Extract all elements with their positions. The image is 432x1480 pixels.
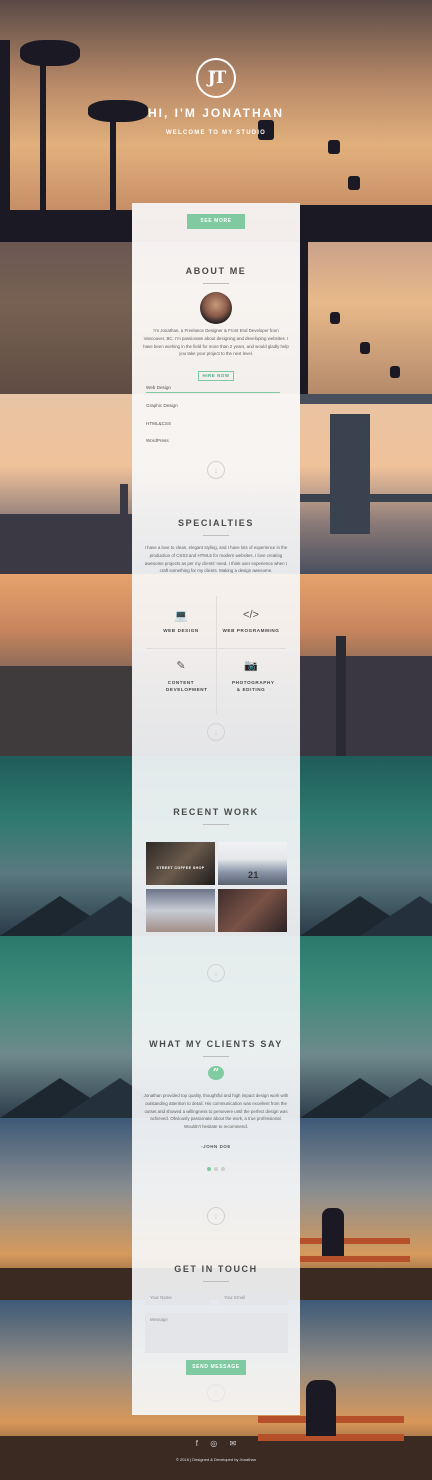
- see-more-button[interactable]: SEE MORE: [187, 214, 245, 229]
- avatar: [200, 292, 232, 324]
- section-divider: [203, 283, 229, 284]
- code-icon: </>: [243, 609, 259, 621]
- pencil-icon: ✎: [176, 660, 186, 672]
- bench-seat: [300, 1256, 410, 1262]
- bridge-deck: [300, 494, 432, 502]
- hero-subtitle: WELCOME TO MY STUDIO: [165, 130, 267, 136]
- mountain-shape: [360, 1078, 432, 1118]
- city-skyline: [0, 666, 132, 756]
- skill-bar: [146, 392, 280, 393]
- bridge-tower: [330, 414, 370, 534]
- testimonial-author: -JOHN DOE: [201, 1144, 231, 1149]
- cable-car-gondola: [330, 312, 340, 324]
- scroll-up-icon[interactable]: ↑: [207, 1384, 225, 1402]
- email-field[interactable]: Your Email: [219, 1291, 288, 1305]
- city-skyline: [0, 514, 132, 574]
- laptop-icon: 💻: [174, 610, 188, 622]
- portfolio-caption: STREET COFFEE SHOP: [156, 866, 205, 870]
- section-divider: [203, 1056, 229, 1057]
- cable-car-gondola: [348, 176, 360, 190]
- section-divider: [203, 535, 229, 536]
- person-silhouette: [322, 1208, 344, 1256]
- portfolio-thumbnail[interactable]: 21: [218, 842, 287, 885]
- name-field[interactable]: Your Name: [145, 1291, 211, 1305]
- bench-backrest: [300, 1238, 410, 1244]
- section-divider: [203, 1281, 229, 1282]
- specialty-label: PHOTOGRAPHY & EDITING: [232, 680, 275, 692]
- send-message-button[interactable]: SEND MESSAGE: [186, 1360, 246, 1375]
- testimonial-text: Jonathan provided top quality, thoughtfu…: [143, 1093, 289, 1130]
- clients-title: WHAT MY CLIENTS SAY: [149, 1039, 283, 1049]
- person-silhouette: [306, 1380, 336, 1436]
- tower-building: [336, 636, 346, 756]
- hero-title: HI, I'M JONATHAN: [148, 106, 284, 120]
- contact-title: GET IN TOUCH: [174, 1264, 258, 1274]
- cable-car-gondola: [360, 342, 370, 354]
- skill-item: WordPress: [146, 438, 169, 443]
- quote-icon: ”: [208, 1066, 224, 1080]
- city-skyline: [300, 656, 432, 756]
- specialties-title: SPECIALTIES: [178, 518, 254, 528]
- section-divider: [203, 824, 229, 825]
- social-links: f ◎ ✉: [0, 1439, 432, 1448]
- skill-item: Graphic Design: [146, 403, 178, 408]
- specialty-label: WEB DESIGN: [163, 628, 199, 633]
- about-title: ABOUT ME: [185, 266, 247, 276]
- mail-icon[interactable]: ✉: [229, 1439, 236, 1448]
- grid-divider: [146, 648, 286, 649]
- carousel-dot[interactable]: [214, 1167, 218, 1171]
- message-field[interactable]: Message: [145, 1313, 288, 1353]
- cable-car-gondola: [366, 205, 378, 219]
- hero-section: JT HI, I'M JONATHAN WELCOME TO MY STUDIO: [0, 58, 432, 136]
- recent-work-title: RECENT WORK: [173, 807, 259, 817]
- cable-tower: [300, 242, 308, 394]
- logo[interactable]: JT: [196, 58, 236, 98]
- portfolio-thumbnail[interactable]: [146, 889, 215, 932]
- specialty-label: CONTENT DEVELOPMENT: [166, 680, 208, 692]
- portfolio-thumbnail[interactable]: [218, 889, 287, 932]
- carousel-dot-active[interactable]: [207, 1167, 211, 1171]
- camera-icon: 📷: [244, 660, 258, 672]
- specialties-text: I have a love to clean, elegant styling,…: [144, 545, 288, 574]
- skill-item: HTML&CSS: [146, 421, 172, 426]
- portfolio-badge: 21: [248, 870, 259, 880]
- skill-item: Web Design: [146, 385, 171, 390]
- cable-car-gondola: [328, 140, 340, 154]
- scroll-down-icon[interactable]: ↓: [207, 1207, 225, 1225]
- scroll-down-icon[interactable]: ↓: [207, 964, 225, 982]
- scroll-down-icon[interactable]: ↓: [207, 723, 225, 741]
- hills-silhouette: [0, 210, 132, 242]
- instagram-icon[interactable]: ◎: [210, 1439, 217, 1448]
- tower-building: [120, 484, 128, 574]
- specialty-label: WEB PROGRAMMING: [222, 628, 280, 633]
- facebook-icon[interactable]: f: [196, 1439, 198, 1448]
- portfolio-thumbnail[interactable]: STREET COFFEE SHOP: [146, 842, 215, 885]
- copyright: © 2016 | Designed & Developed by Jonatha…: [175, 1457, 257, 1462]
- palm-silhouette-overlay: [0, 242, 132, 394]
- bridge-deck: [300, 394, 432, 404]
- scroll-down-icon[interactable]: ↓: [207, 461, 225, 479]
- cable-car-gondola: [390, 366, 400, 378]
- about-text: I'm Jonathan, a Freelance Designer & Fro…: [143, 328, 289, 357]
- carousel-dot[interactable]: [221, 1167, 225, 1171]
- hire-now-button[interactable]: HIRE NOW: [198, 371, 234, 381]
- mountain-shape: [360, 896, 432, 936]
